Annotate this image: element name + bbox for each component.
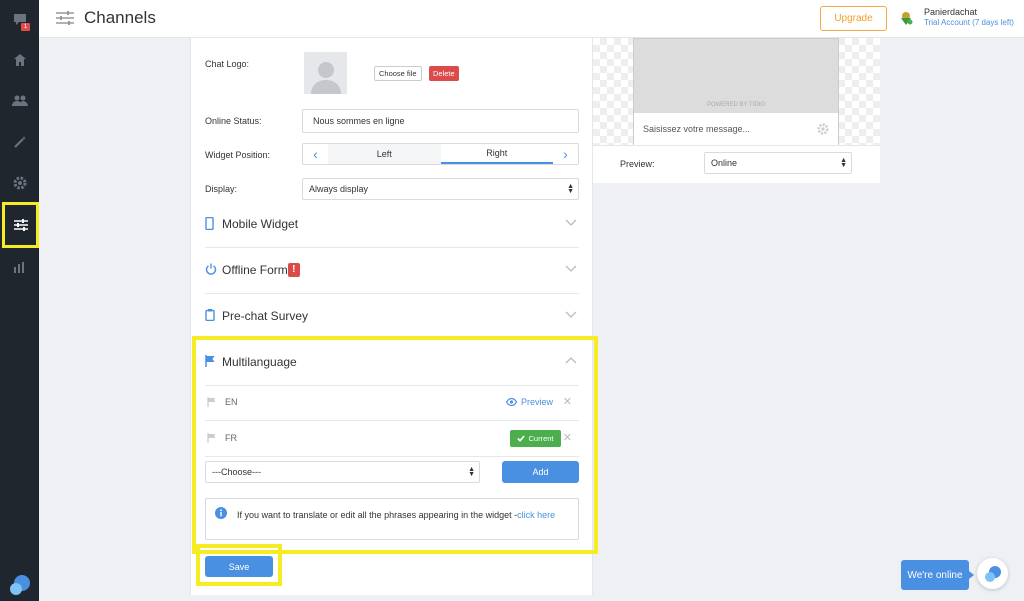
widget-message-input[interactable]: Saisissez votre message...	[634, 113, 838, 145]
save-button[interactable]: Save	[205, 556, 273, 577]
avatar-placeholder-icon	[310, 62, 341, 94]
page-title: Channels	[84, 8, 156, 27]
sidebar-item-settings[interactable]	[0, 168, 39, 198]
preview-select-value: Online	[711, 158, 738, 168]
display-select-value: Always display	[309, 184, 369, 194]
bar-chart-icon	[13, 262, 24, 273]
magic-wand-icon	[13, 136, 26, 148]
preview-status-select[interactable]: Online ▲ ▼	[704, 152, 852, 174]
select-arrows-icon: ▲ ▼	[567, 183, 574, 195]
sidebar: 1	[0, 0, 39, 601]
position-left-option[interactable]: Left	[328, 144, 441, 164]
chat-logo-label: Chat Logo:	[205, 59, 250, 69]
chevron-down-icon	[565, 311, 577, 318]
online-status-input[interactable]: Nous sommes en ligne	[302, 109, 579, 133]
mobile-icon	[205, 217, 214, 230]
home-icon	[13, 54, 26, 66]
section-title: Mobile Widget	[222, 217, 299, 231]
widget-position-toggle: ‹ Left Right ›	[302, 143, 579, 165]
section-mobile-widget[interactable]: Mobile Widget	[205, 202, 579, 248]
choose-file-button[interactable]: Choose file	[374, 66, 422, 81]
sidebar-item-chat[interactable]: 1	[0, 4, 39, 34]
position-right-option[interactable]: Right	[440, 144, 553, 164]
tidio-logo-icon	[9, 575, 30, 595]
channel-settings-panel: Chat Logo: Choose file Delete Online Sta…	[190, 38, 598, 595]
select-arrows-icon: ▲ ▼	[840, 157, 847, 169]
delete-logo-button[interactable]: Delete	[429, 66, 459, 81]
section-title: Offline Form!	[222, 263, 300, 277]
chevron-right-icon[interactable]: ›	[553, 144, 578, 164]
account-avatar-icon	[901, 12, 913, 25]
sidebar-item-automation[interactable]	[0, 127, 39, 157]
sidebar-item-users[interactable]	[0, 86, 39, 116]
top-header: Channels Upgrade Panierdachat Trial Acco…	[39, 0, 1024, 38]
preview-controls: Preview: Online ▲ ▼	[593, 145, 880, 183]
clipboard-icon	[205, 309, 215, 321]
sidebar-item-channels[interactable]	[2, 202, 39, 248]
gear-icon[interactable]	[817, 123, 829, 135]
notification-badge: 1	[21, 23, 30, 31]
upgrade-button[interactable]: Upgrade	[820, 6, 887, 31]
chat-bubble-icon	[984, 565, 1001, 582]
section-title-text: Offline Form	[222, 263, 288, 277]
powered-by-label: POWERED BY TIDIO	[706, 102, 766, 108]
account-trial-status[interactable]: Trial Account (7 days left)	[924, 18, 1014, 27]
users-icon	[11, 95, 28, 106]
chevron-down-icon	[565, 219, 577, 226]
gear-icon	[13, 176, 26, 190]
account-name[interactable]: Panierdachat	[924, 7, 977, 17]
message-placeholder: Saisissez votre message...	[643, 124, 751, 134]
tidio-logo	[0, 570, 39, 600]
sidebar-item-home[interactable]	[0, 45, 39, 75]
sidebar-item-analytics[interactable]	[0, 252, 39, 282]
widget-preview: POWERED BY TIDIO Saisissez votre message…	[633, 38, 839, 145]
power-icon	[205, 263, 217, 275]
online-status-bubble[interactable]: We're online	[901, 560, 974, 590]
sliders-icon	[56, 11, 74, 25]
online-status-label: Online Status:	[205, 116, 262, 126]
display-label: Display:	[205, 184, 238, 194]
alert-badge-icon: !	[287, 263, 300, 277]
preview-label: Preview:	[620, 159, 655, 169]
widget-position-label: Widget Position:	[205, 150, 271, 160]
multilanguage-highlight-box	[192, 336, 598, 554]
display-select[interactable]: Always display ▲ ▼	[302, 178, 579, 200]
sliders-icon	[13, 219, 28, 231]
chevron-left-icon[interactable]: ‹	[303, 144, 328, 164]
chat-logo-preview	[304, 52, 347, 94]
section-pre-chat-survey[interactable]: Pre-chat Survey	[205, 294, 579, 340]
section-title: Pre-chat Survey	[222, 309, 309, 323]
section-offline-form[interactable]: Offline Form!	[205, 248, 579, 294]
chat-launcher-button[interactable]	[977, 558, 1008, 589]
chevron-down-icon	[565, 265, 577, 272]
